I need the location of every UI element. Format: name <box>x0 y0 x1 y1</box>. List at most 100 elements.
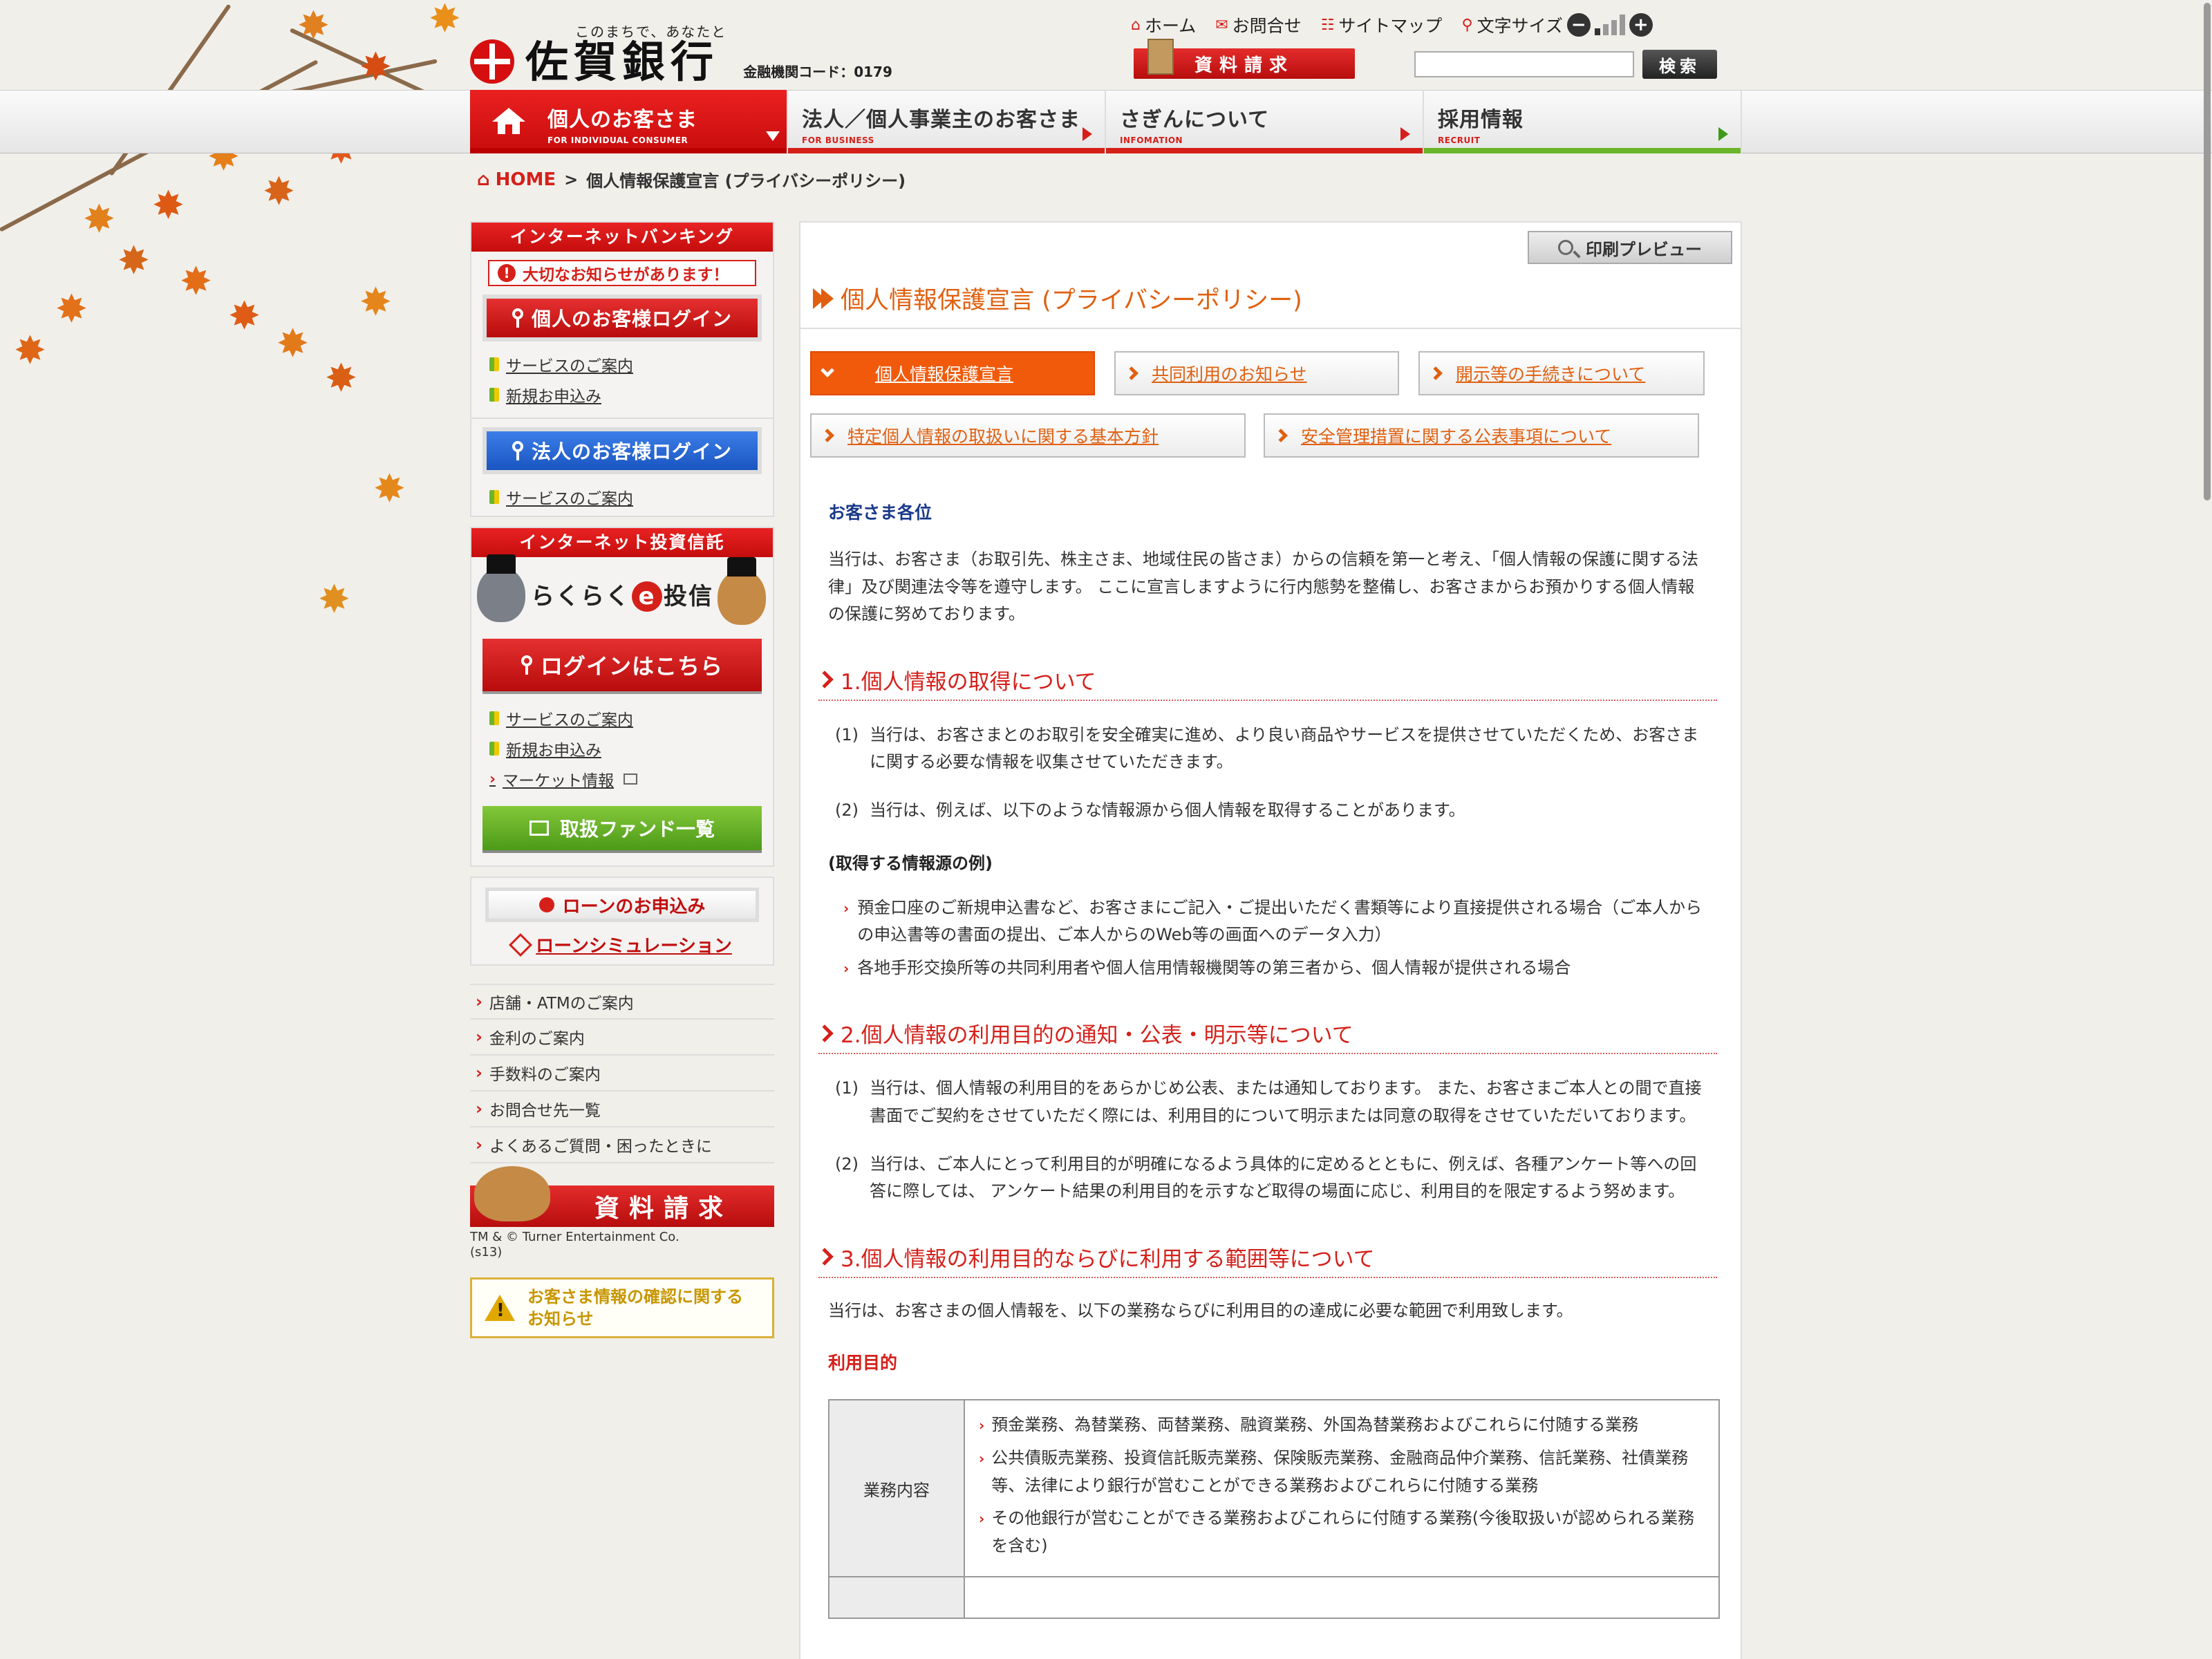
list-item: › 預金業務、為替業務、両替業務、融資業務、外国為替業務およびこれらに付随する業務 <box>979 1412 1705 1439</box>
chevron-right-icon <box>816 671 834 689</box>
gnav-individual-sub: FOR INDIVIDUAL CONSUMER <box>547 135 688 145</box>
internet-banking-heading: インターネットバンキング <box>471 223 773 252</box>
loan-icon <box>538 897 554 912</box>
alert-icon: ! <box>498 264 516 282</box>
tab-joint-use[interactable]: 共同利用のお知らせ <box>1114 351 1399 395</box>
market-info-link[interactable]: › マーケット情報 <box>471 763 773 794</box>
bullet-chevron-icon: › <box>979 1417 985 1434</box>
sidebar-link-fees[interactable]: › 手数料のご案内 <box>470 1056 774 1091</box>
sidebar: インターネットバンキング ! 大切なお知らせがあります！ 個人のお客様ログイン … <box>470 221 774 1339</box>
sidebar-link-contacts[interactable]: › お問合せ先一覧 <box>470 1091 774 1127</box>
beginner-mark-icon <box>489 357 499 371</box>
beginner-mark-icon <box>489 490 499 504</box>
site-search-button[interactable]: 検索 <box>1642 50 1717 79</box>
material-request-button[interactable]: 資料請求 <box>1134 39 1355 79</box>
chevron-right-icon <box>821 429 834 442</box>
policy-body: お客さま各位 当行は、お客さま（お取引先、株主さま、地域住民の皆さま）からの信頼… <box>816 499 1720 1620</box>
chevron-right-icon: › <box>476 1099 482 1118</box>
loan-apply-button[interactable]: ローンのお申込み <box>485 888 759 922</box>
section-2-item: (2) 当行は、ご本人にとって利用目的が明確になるよう具体的に定めるとともに、例え… <box>835 1154 1697 1201</box>
gnav-about[interactable]: さぎんについて INFOMATION <box>1106 90 1424 153</box>
bank-logo[interactable]: このまちで、あなたと 佐賀銀行 金融機関コード：0179 <box>470 21 892 84</box>
list-item: › 預金口座のご新規申込書など、お客さまにご記入・ご提出いただく書類等により直接提… <box>843 894 1706 949</box>
loan-box: ローンのお申込み ローンシミュレーション <box>470 877 774 966</box>
print-preview-button[interactable]: 印刷プレビュー <box>1528 231 1732 264</box>
tab-disclosure-procedure[interactable]: 開示等の手続きについて <box>1418 351 1705 395</box>
mail-icon: ✉ <box>1215 16 1228 34</box>
simulation-icon <box>509 932 533 957</box>
tab-security-measures[interactable]: 安全管理措置に関する公表事項について <box>1264 413 1699 458</box>
purpose-label: 利用目的 <box>828 1353 898 1374</box>
key-icon <box>512 441 523 460</box>
chevron-right-icon: › <box>476 992 482 1011</box>
internet-banking-box: インターネットバンキング ! 大切なお知らせがあります！ 個人のお客様ログイン … <box>470 221 774 517</box>
magnifier-icon <box>1558 240 1573 255</box>
sidebar-link-faq[interactable]: › よくあるご質問・困ったときに <box>470 1127 774 1163</box>
gnav-business-sub: FOR BUSINESS <box>802 135 874 145</box>
material-request-banner[interactable]: 資料請求 <box>470 1166 774 1227</box>
chevron-down-icon <box>821 364 834 377</box>
sidebar-link-branch-atm[interactable]: › 店舗・ATMのご案内 <box>470 984 774 1020</box>
document-box-icon <box>1147 39 1174 75</box>
gnav-individual[interactable]: 個人のお客さま FOR INDIVIDUAL CONSUMER <box>470 90 788 153</box>
title-divider <box>800 328 1741 329</box>
list-item: › 公共債販売業務、投資信託販売業務、保険販売業務、金融商品仲介業務、信託業務、社… <box>979 1445 1705 1499</box>
section-2-item: (1) 当行は、個人情報の利用目的をあらかじめ公表、または通知しております。 また… <box>835 1078 1702 1125</box>
site-search-input[interactable] <box>1414 51 1634 77</box>
breadcrumb-home-link[interactable]: ⌂ HOME <box>477 169 556 190</box>
page-scrollbar[interactable] <box>2202 0 2212 1659</box>
corporate-login-button[interactable]: 法人のお客様ログイン <box>482 427 762 474</box>
loan-simulation-link[interactable]: ローンシミュレーション <box>471 932 773 957</box>
double-chevron-icon <box>813 288 834 309</box>
page-title: 個人情報保護宣言 (プライバシーポリシー) <box>813 281 1302 316</box>
gnav-business[interactable]: 法人／個人事業主のお客さま FOR BUSINESS <box>788 90 1106 153</box>
tab-privacy-declaration[interactable]: 個人情報保護宣言 <box>810 351 1095 395</box>
list-item: › 各地手形交換所等の共同利用者や個人信用情報機関等の第三者から、個人情報が提供さ… <box>843 955 1706 982</box>
info-source-subheading: (取得する情報源の例) <box>828 853 993 873</box>
table-cell: › 預金業務、為替業務、両替業務、融資業務、外国為替業務およびこれらに付随する業務… <box>964 1399 1720 1578</box>
personal-service-guide-link[interactable]: サービスのご案内 <box>471 348 773 379</box>
beginner-mark-icon <box>489 742 499 756</box>
trust-new-apply-link[interactable]: 新規お申込み <box>471 733 773 763</box>
corporate-service-guide-link[interactable]: サービスのご案内 <box>471 481 773 512</box>
rakuraku-e-toshin-logo: らくらく e 投信 <box>471 554 773 632</box>
util-sitemap-link[interactable]: ☷ サイトマップ <box>1321 12 1443 37</box>
warning-icon <box>485 1295 515 1322</box>
sidebar-link-rates[interactable]: › 金利のご案内 <box>470 1020 774 1056</box>
table-cell <box>964 1576 1720 1620</box>
customer-info-notice-banner[interactable]: お客さま情報の確認に関する お知らせ <box>470 1277 774 1339</box>
dropdown-arrow-icon <box>766 131 780 141</box>
bank-code: 金融機関コード：0179 <box>743 64 892 80</box>
section-heading-3: 3.個人情報の利用目的ならびに利用する範囲等について <box>816 1241 1717 1278</box>
table-row: 業務内容 › 預金業務、為替業務、両替業務、融資業務、外国為替業務およびこれらに付… <box>828 1399 1720 1578</box>
site-header: このまちで、あなたと 佐賀銀行 金融機関コード：0179 ⌂ ホーム ✉ お問合せ … <box>0 0 2212 90</box>
section-heading-2: 2.個人情報の利用目的の通知・公表・明示等について <box>816 1018 1717 1055</box>
gnav-recruit[interactable]: 採用情報 RECRUIT <box>1424 90 1742 153</box>
breadcrumb: ⌂ HOME > 個人情報保護宣言 (プライバシーポリシー) <box>477 167 906 191</box>
chevron-right-icon <box>1274 429 1288 442</box>
util-contact-link[interactable]: ✉ お問合せ <box>1215 12 1301 37</box>
font-size-decrease-button[interactable]: − <box>1566 13 1591 37</box>
util-home-link[interactable]: ⌂ ホーム <box>1131 12 1196 37</box>
section-3-intro: 当行は、お客さまの個人情報を、以下の業務ならびに利用目的の達成に必要な範囲で利用… <box>828 1300 1573 1320</box>
tab-specific-personal-info[interactable]: 特定個人情報の取扱いに関する基本方針 <box>810 413 1246 458</box>
table-header-cell <box>828 1576 965 1620</box>
table-row <box>828 1576 1720 1620</box>
important-notice-link[interactable]: ! 大切なお知らせがあります！ <box>488 260 756 286</box>
personal-new-apply-link[interactable]: 新規お申込み <box>471 379 773 409</box>
utility-links: ⌂ ホーム ✉ お問合せ ☷ サイトマップ ⚲ 文字サイズ − + <box>1131 12 1653 37</box>
personal-login-button[interactable]: 個人のお客様ログイン <box>482 294 762 341</box>
bullet-chevron-icon: › <box>979 1510 985 1528</box>
info-source-list: › 預金口座のご新規申込書など、お客さまにご記入・ご提出いただく書類等により直接提… <box>828 894 1706 982</box>
cat-character-icon <box>477 554 525 622</box>
chevron-right-icon: › <box>476 1135 482 1154</box>
salutation: お客さま各位 <box>828 503 932 523</box>
scrollbar-thumb[interactable] <box>2204 3 2211 500</box>
sitemap-icon: ☷ <box>1320 16 1335 34</box>
trust-login-button[interactable]: ログインはこちら <box>482 639 762 691</box>
logo-bank-name: 佐賀銀行 <box>525 37 720 87</box>
font-size-increase-button[interactable]: + <box>1629 13 1653 37</box>
investment-trust-heading: インターネット投資信託 <box>471 528 773 557</box>
trust-service-guide-link[interactable]: サービスのご案内 <box>471 702 773 733</box>
fund-list-button[interactable]: 取扱ファンド一覧 <box>482 806 762 850</box>
